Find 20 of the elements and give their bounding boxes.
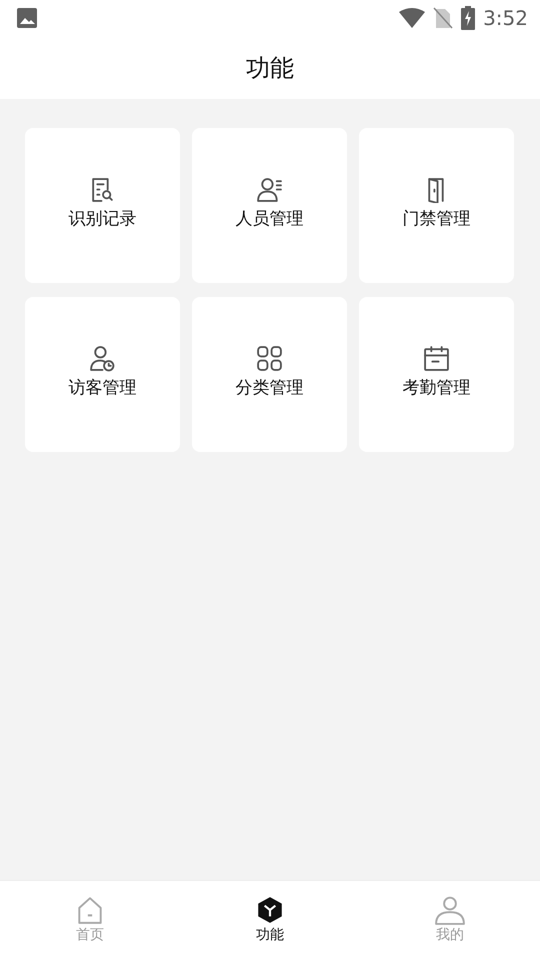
function-tile[interactable]: 分类管理	[192, 297, 347, 452]
status-time: 3:52	[483, 5, 528, 32]
document-search-icon	[89, 176, 116, 203]
function-tile[interactable]: 考勤管理	[359, 297, 514, 452]
function-tile[interactable]: 人员管理	[192, 128, 347, 283]
tab-item[interactable]: 功能	[210, 894, 330, 947]
no-sim-icon	[433, 7, 454, 29]
page-title: 功能	[246, 52, 294, 84]
wifi-icon	[399, 8, 426, 28]
calendar-icon	[423, 345, 450, 372]
person-icon	[435, 895, 465, 925]
person-list-icon	[256, 176, 283, 203]
image-icon	[16, 7, 38, 29]
grid-icon	[256, 345, 283, 372]
hexagon-icon	[255, 895, 285, 925]
function-tile[interactable]: 门禁管理	[359, 128, 514, 283]
person-clock-icon	[89, 345, 116, 372]
function-tile[interactable]: 访客管理	[25, 297, 180, 452]
battery-icon	[461, 6, 476, 30]
function-tile[interactable]: 识别记录	[25, 128, 180, 283]
